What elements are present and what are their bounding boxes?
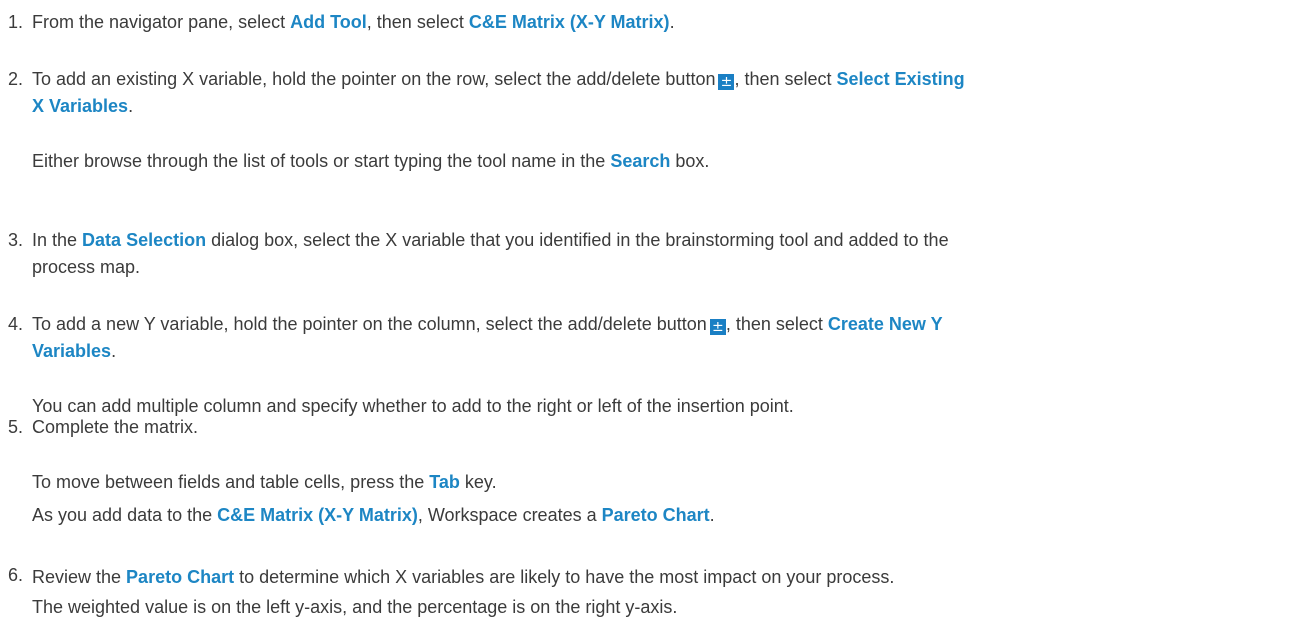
ui-term-highlight: C&E Matrix (X-Y Matrix) bbox=[217, 505, 418, 525]
text-segment: As you add data to the bbox=[32, 505, 218, 525]
step-line: From the navigator pane, select Add Tool… bbox=[32, 9, 1300, 36]
text-segment: box. bbox=[670, 151, 710, 171]
step-line: X Variables. bbox=[32, 93, 1300, 120]
step-text: To add a new Y variable, hold the pointe… bbox=[32, 311, 1300, 365]
step-line: The weighted value is on the left y-axis… bbox=[32, 592, 1300, 622]
ui-term-highlight: Create New Y bbox=[827, 314, 943, 334]
text-segment: To move between fields and table cells, … bbox=[32, 472, 430, 492]
text-segment: . bbox=[669, 12, 675, 32]
ui-term-highlight: Add Tool bbox=[290, 12, 367, 32]
text-segment: process map. bbox=[32, 257, 141, 277]
step-text: To add an existing X variable, hold the … bbox=[32, 66, 1300, 120]
step-line: process map. bbox=[32, 254, 1300, 281]
step-number: 4. bbox=[8, 314, 24, 334]
step-note: To move between fields and table cells, … bbox=[32, 466, 1300, 532]
step-number: 2. bbox=[8, 69, 24, 89]
ui-term-highlight: Data Selection bbox=[82, 230, 207, 250]
text-segment: In the bbox=[32, 230, 83, 250]
text-segment: The weighted value is on the left y-axis… bbox=[32, 597, 678, 617]
note-line: Either browse through the list of tools … bbox=[32, 148, 1300, 175]
ui-term-highlight: X Variables bbox=[32, 96, 129, 116]
text-segment: , Workspace creates a bbox=[417, 505, 602, 525]
step-text: Complete the matrix. bbox=[32, 414, 1300, 441]
text-segment: Complete the matrix. bbox=[32, 417, 199, 437]
step-number: 5. bbox=[8, 417, 24, 437]
ui-term-highlight: Variables bbox=[32, 341, 112, 361]
text-segment: To add a new Y variable, hold the pointe… bbox=[32, 314, 707, 334]
text-segment: To add an existing X variable, hold the … bbox=[32, 69, 716, 89]
text-segment: , then select bbox=[734, 69, 837, 89]
text-segment: dialog box, select the X variable that y… bbox=[206, 230, 949, 250]
text-segment: , then select bbox=[725, 314, 828, 334]
text-segment: to determine which X variables are likel… bbox=[234, 567, 895, 587]
step-line: To add an existing X variable, hold the … bbox=[32, 66, 1300, 93]
text-segment: Review the bbox=[32, 567, 127, 587]
ui-term-highlight: Search bbox=[610, 151, 671, 171]
step-text: From the navigator pane, select Add Tool… bbox=[32, 9, 1300, 36]
step-line: In the Data Selection dialog box, select… bbox=[32, 227, 1300, 254]
text-segment: . bbox=[709, 505, 715, 525]
ui-term-highlight: Pareto Chart bbox=[601, 505, 710, 525]
ui-term-highlight: Tab bbox=[429, 472, 460, 492]
step-number: 3. bbox=[8, 230, 24, 250]
add-delete-icon: ± bbox=[709, 319, 726, 335]
text-segment: From the navigator pane, select bbox=[32, 12, 291, 32]
step-line: To add a new Y variable, hold the pointe… bbox=[32, 311, 1300, 338]
step-line: Review the Pareto Chart to determine whi… bbox=[32, 562, 1300, 592]
step-line: Complete the matrix. bbox=[32, 414, 1300, 441]
text-segment: key. bbox=[459, 472, 497, 492]
step-note: Either browse through the list of tools … bbox=[32, 148, 1300, 175]
add-delete-icon: ± bbox=[718, 74, 735, 90]
text-segment: . bbox=[128, 96, 134, 116]
procedure-steps: 1. From the navigator pane, select Add To… bbox=[0, 0, 1309, 617]
text-segment: . bbox=[111, 341, 117, 361]
step-number: 6. bbox=[8, 565, 24, 585]
step-text: In the Data Selection dialog box, select… bbox=[32, 227, 1300, 281]
text-segment: You can add multiple column and specify … bbox=[32, 396, 794, 416]
step-number: 1. bbox=[8, 12, 24, 32]
note-line: As you add data to the C&E Matrix (X-Y M… bbox=[32, 499, 1300, 532]
ui-term-highlight: Pareto Chart bbox=[126, 567, 235, 587]
step-line: Variables. bbox=[32, 338, 1300, 365]
ui-term-highlight: C&E Matrix (X-Y Matrix) bbox=[468, 12, 670, 32]
note-line: To move between fields and table cells, … bbox=[32, 466, 1300, 499]
ui-term-highlight: Select Existing bbox=[836, 69, 965, 89]
step-text: Review the Pareto Chart to determine whi… bbox=[32, 562, 1300, 622]
text-segment: , then select bbox=[366, 12, 469, 32]
text-segment: Either browse through the list of tools … bbox=[32, 151, 611, 171]
